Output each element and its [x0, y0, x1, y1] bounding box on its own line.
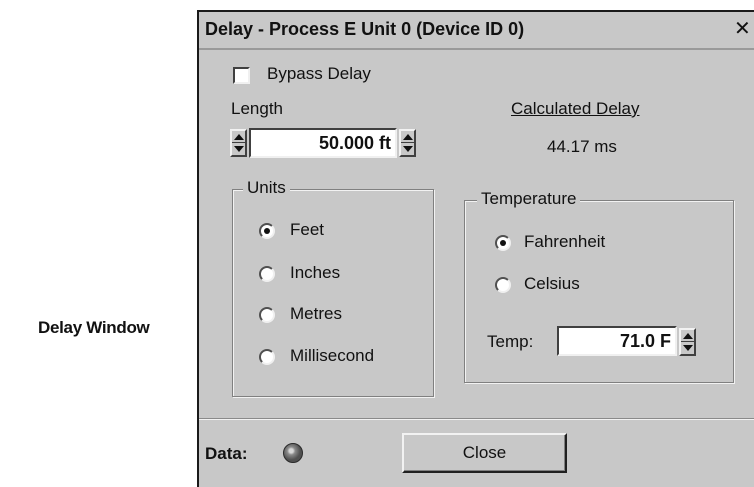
temperature-group-title: Temperature: [477, 189, 581, 209]
close-window-icon[interactable]: ✕: [734, 17, 754, 41]
units-inches-radio[interactable]: [259, 266, 275, 282]
units-metres-radio[interactable]: [259, 307, 275, 323]
units-inches-label: Inches: [290, 263, 341, 282]
title-bar: Delay - Process E Unit 0 (Device ID 0) ✕: [199, 12, 754, 50]
temperature-celsius-label: Celsius: [524, 274, 580, 293]
delay-dialog: Delay - Process E Unit 0 (Device ID 0) ✕…: [197, 10, 754, 487]
data-label: Data:: [205, 444, 248, 463]
arrow-up-icon: [234, 134, 244, 140]
units-feet-radio[interactable]: [259, 223, 275, 239]
units-millisecond-label: Millisecond: [290, 346, 375, 365]
bypass-delay-checkbox[interactable]: [233, 67, 250, 84]
window-title: Delay - Process E Unit 0 (Device ID 0): [205, 19, 525, 39]
temp-spinner[interactable]: [679, 328, 696, 356]
footer-separator: [199, 418, 754, 420]
temperature-celsius-radio[interactable]: [495, 277, 511, 293]
bypass-delay-label: Bypass Delay: [267, 64, 371, 83]
temperature-fahrenheit-label: Fahrenheit: [524, 232, 606, 251]
data-status-led-icon: [283, 443, 303, 463]
arrow-down-icon: [403, 146, 413, 152]
calculated-delay-value: 44.17 ms: [547, 137, 617, 156]
arrow-down-icon: [683, 345, 693, 351]
arrow-up-icon: [403, 134, 413, 140]
length-input[interactable]: 50.000 ft: [249, 128, 397, 158]
length-label: Length: [231, 99, 283, 118]
units-millisecond-radio[interactable]: [259, 349, 275, 365]
units-group-title: Units: [243, 178, 290, 198]
close-button[interactable]: Close: [402, 433, 567, 473]
arrow-up-icon: [683, 333, 693, 339]
temp-label: Temp:: [487, 332, 534, 351]
temperature-fahrenheit-radio[interactable]: [495, 235, 511, 251]
units-feet-label: Feet: [290, 220, 325, 239]
length-right-spinner[interactable]: [399, 129, 416, 157]
units-metres-label: Metres: [290, 304, 342, 323]
temp-input[interactable]: 71.0 F: [557, 326, 677, 356]
arrow-down-icon: [234, 146, 244, 152]
calculated-delay-label: Calculated Delay: [511, 99, 640, 118]
figure-caption: Delay Window: [38, 318, 150, 337]
length-left-spinner[interactable]: [230, 129, 247, 157]
